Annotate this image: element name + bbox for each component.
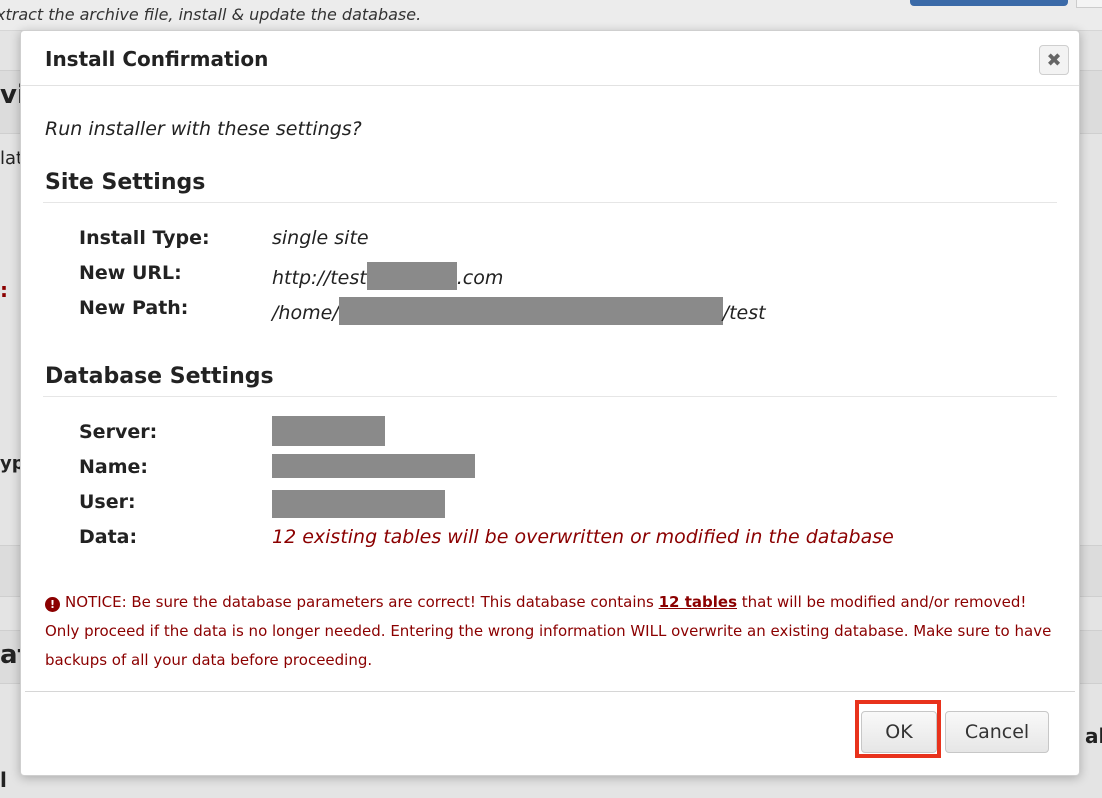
redacted-block — [366, 262, 457, 290]
name-label: Name: — [79, 456, 149, 478]
redacted-block — [272, 490, 445, 518]
close-icon: ✖ — [1046, 49, 1062, 71]
footer-divider — [25, 691, 1075, 692]
background-text-fragment: l — [0, 768, 7, 792]
ok-button-highlight-box — [855, 700, 941, 758]
redacted-block — [272, 416, 385, 446]
section-divider — [43, 202, 1057, 203]
section-divider — [43, 396, 1057, 397]
cancel-button[interactable]: Cancel — [945, 711, 1049, 753]
dialog-header: Install Confirmation ✖ — [21, 31, 1079, 86]
new-url-prefix: http://test — [272, 267, 367, 289]
user-label: User: — [79, 491, 136, 513]
redacted-block — [338, 297, 723, 325]
new-path-prefix: /home/ — [272, 302, 339, 324]
background-instruction-text: xtract the archive file, install & updat… — [0, 5, 422, 24]
data-label: Data: — [79, 526, 138, 548]
new-path-label: New Path: — [79, 297, 189, 319]
data-value: 12 existing tables will be overwritten o… — [272, 526, 894, 548]
cancel-button-label: Cancel — [964, 721, 1030, 743]
redacted-block — [272, 454, 475, 478]
new-url-value: http://test .com — [272, 262, 503, 290]
notice-text-before: NOTICE: Be sure the database parameters … — [65, 593, 659, 611]
database-notice: ! NOTICE: Be sure the database parameters… — [45, 588, 1055, 675]
background-instruction-bar: xtract the archive file, install & updat… — [0, 0, 1102, 31]
install-type-label: Install Type: — [79, 227, 210, 249]
dialog-title: Install Confirmation — [45, 47, 269, 71]
dialog-prompt: Run installer with these settings? — [45, 118, 362, 140]
install-type-value: single site — [272, 227, 369, 249]
background-text-fragment: al — [1085, 724, 1102, 748]
background-primary-button — [910, 0, 1068, 6]
tables-link[interactable]: 12 tables — [659, 593, 737, 611]
database-settings-heading: Database Settings — [45, 364, 274, 389]
new-url-label: New URL: — [79, 262, 182, 284]
background-secondary-button — [1076, 0, 1102, 8]
new-path-value: /home/ /test — [272, 297, 766, 325]
server-label: Server: — [79, 421, 158, 443]
alert-circle-icon: ! — [45, 597, 60, 612]
close-button[interactable]: ✖ — [1039, 45, 1069, 75]
site-settings-heading: Site Settings — [45, 170, 206, 195]
install-confirmation-dialog: Install Confirmation ✖ Run installer wit… — [20, 30, 1080, 776]
background-text-fragment: : — [0, 278, 8, 302]
new-path-suffix: /test — [722, 302, 766, 324]
new-url-suffix: .com — [456, 267, 504, 289]
